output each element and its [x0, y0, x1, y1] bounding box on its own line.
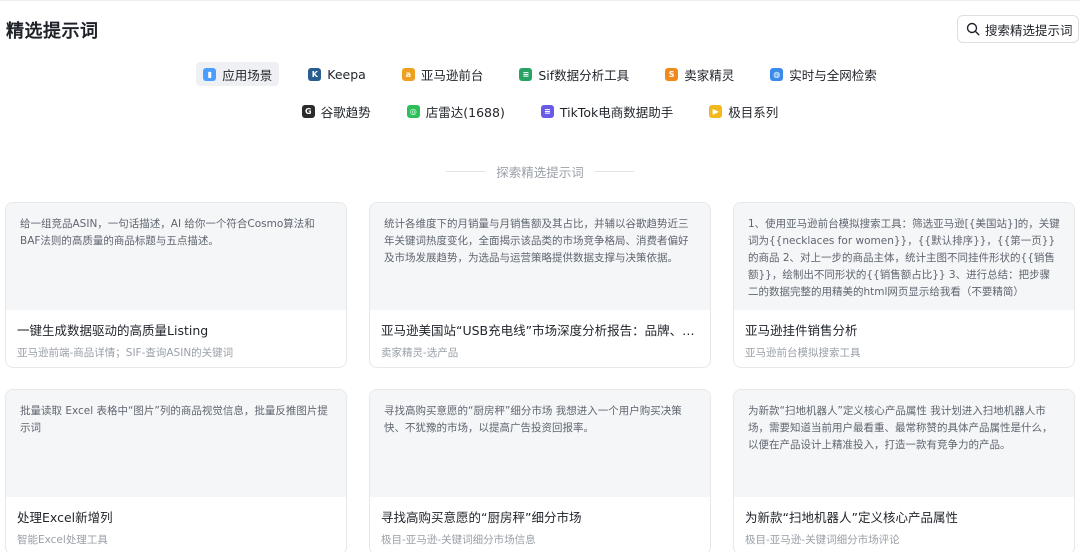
category-row-2: G 谷歌趋势 ◎ 店雷达(1688) ≡ TikTok电商数据助手 ▶ 极目系列 — [0, 99, 1080, 127]
keepa-icon: K — [308, 67, 322, 81]
explore-divider: 探索精选提示词 — [0, 162, 1080, 181]
card-subtitle: 亚马逊前端-商品详情；SIF-查询ASIN的关键词 — [17, 347, 234, 359]
card-title: 寻找高购买意愿的“厨房秤”细分市场 — [381, 510, 582, 525]
card-title: 处理Excel新增列 — [17, 510, 113, 525]
category-tab-5[interactable]: ◍ 实时与全网检索 — [763, 62, 884, 86]
category-tab-8[interactable]: ≡ TikTok电商数据助手 — [534, 99, 680, 123]
card-title: 亚马逊挂件销售分析 — [745, 323, 858, 338]
card-title: 为新款“扫地机器人”定义核心产品属性 — [745, 510, 958, 525]
amazon-icon: a — [401, 67, 415, 81]
prompt-card[interactable]: 寻找高购买意愿的“厨房秤”细分市场 我想进入一个用户购买决策快、不犹豫的市场，以… — [369, 389, 711, 552]
category-tab-7[interactable]: ◎ 店雷达(1688) — [400, 99, 512, 123]
category-row-1: ▮ 应用场景 K Keepa a 亚马逊前台 ≡ Sif数据分析工具 S 卖家精灵 ◍ 实时… — [0, 62, 1080, 90]
card-preview: 给一组竞品ASIN，一句话描述，AI 给你一个符合Cosmo算法和BAF法则的高… — [6, 203, 346, 310]
explore-label: 探索精选提示词 — [496, 165, 584, 180]
card-subtitle: 亚马逊前台模拟搜索工具 — [745, 347, 861, 359]
page-title: 精选提示词 — [6, 21, 99, 42]
card-subtitle: 智能Excel处理工具 — [17, 534, 108, 546]
prompt-card[interactable]: 统计各维度下的月销量与月销售额及其占比，并辅以谷歌趋势近三年关键词热度变化，全面… — [369, 202, 711, 368]
category-tab-0[interactable]: ▮ 应用场景 — [196, 62, 280, 86]
card-preview: 批量读取 Excel 表格中“图片”列的商品视觉信息，批量反推图片提示词 — [6, 390, 346, 497]
tiktok-data-icon: ≡ — [540, 104, 554, 118]
jimu-series-icon: ▶ — [709, 104, 723, 118]
search-icon — [966, 22, 980, 36]
prompt-card[interactable]: 1、使用亚马逊前台模拟搜索工具：筛选亚马逊[{美国站}]的，关键词为{{neck… — [733, 202, 1075, 368]
app-scene-icon: ▮ — [203, 67, 217, 81]
card-subtitle: 极目-亚马逊-关键词细分市场评论 — [745, 534, 900, 546]
seller-sprite-icon: S — [665, 67, 679, 81]
prompt-card[interactable]: 给一组竞品ASIN，一句话描述，AI 给你一个符合Cosmo算法和BAF法则的高… — [5, 202, 347, 368]
card-preview: 1、使用亚马逊前台模拟搜索工具：筛选亚马逊[{美国站}]的，关键词为{{neck… — [734, 203, 1074, 310]
card-title: 一键生成数据驱动的高质量Listing — [17, 323, 209, 338]
sif-icon: ≡ — [519, 67, 533, 81]
search-button-label: 搜索精选提示词 — [985, 22, 1073, 38]
category-tab-3[interactable]: ≡ Sif数据分析工具 — [512, 62, 636, 86]
category-tab-2[interactable]: a 亚马逊前台 — [395, 62, 491, 86]
globe-icon: ◍ — [770, 67, 784, 81]
category-tab-4[interactable]: S 卖家精灵 — [658, 62, 741, 86]
card-preview: 为新款“扫地机器人”定义核心产品属性 我计划进入扫地机器人市场，需要知道当前用户… — [734, 390, 1074, 497]
card-title: 亚马逊美国站“USB充电线”市场深度分析报告：品牌、价格、功能与市场趋势 — [381, 323, 699, 338]
category-tab-6[interactable]: G 谷歌趋势 — [295, 99, 378, 123]
store-radar-icon: ◎ — [406, 104, 420, 118]
card-preview: 统计各维度下的月销量与月销售额及其占比，并辅以谷歌趋势近三年关键词热度变化，全面… — [370, 203, 710, 310]
category-tab-9[interactable]: ▶ 极目系列 — [702, 99, 785, 123]
prompt-card-grid: 给一组竞品ASIN，一句话描述，AI 给你一个符合Cosmo算法和BAF法则的高… — [5, 202, 1075, 552]
search-prompts-button[interactable]: 搜索精选提示词 — [957, 15, 1079, 43]
card-subtitle: 极目-亚马逊-关键词细分市场信息 — [381, 534, 536, 546]
category-filter: ▮ 应用场景 K Keepa a 亚马逊前台 ≡ Sif数据分析工具 S 卖家精灵 ◍ 实时… — [0, 62, 1080, 136]
category-tab-1[interactable]: K Keepa — [301, 62, 373, 86]
card-subtitle: 卖家精灵-选产品 — [381, 347, 459, 359]
google-trends-icon: G — [301, 104, 315, 118]
card-preview: 寻找高购买意愿的“厨房秤”细分市场 我想进入一个用户购买决策快、不犹豫的市场，以… — [370, 390, 710, 497]
top-divider — [0, 0, 1080, 1]
prompt-card[interactable]: 批量读取 Excel 表格中“图片”列的商品视觉信息，批量反推图片提示词 处理E… — [5, 389, 347, 552]
prompt-card[interactable]: 为新款“扫地机器人”定义核心产品属性 我计划进入扫地机器人市场，需要知道当前用户… — [733, 389, 1075, 552]
